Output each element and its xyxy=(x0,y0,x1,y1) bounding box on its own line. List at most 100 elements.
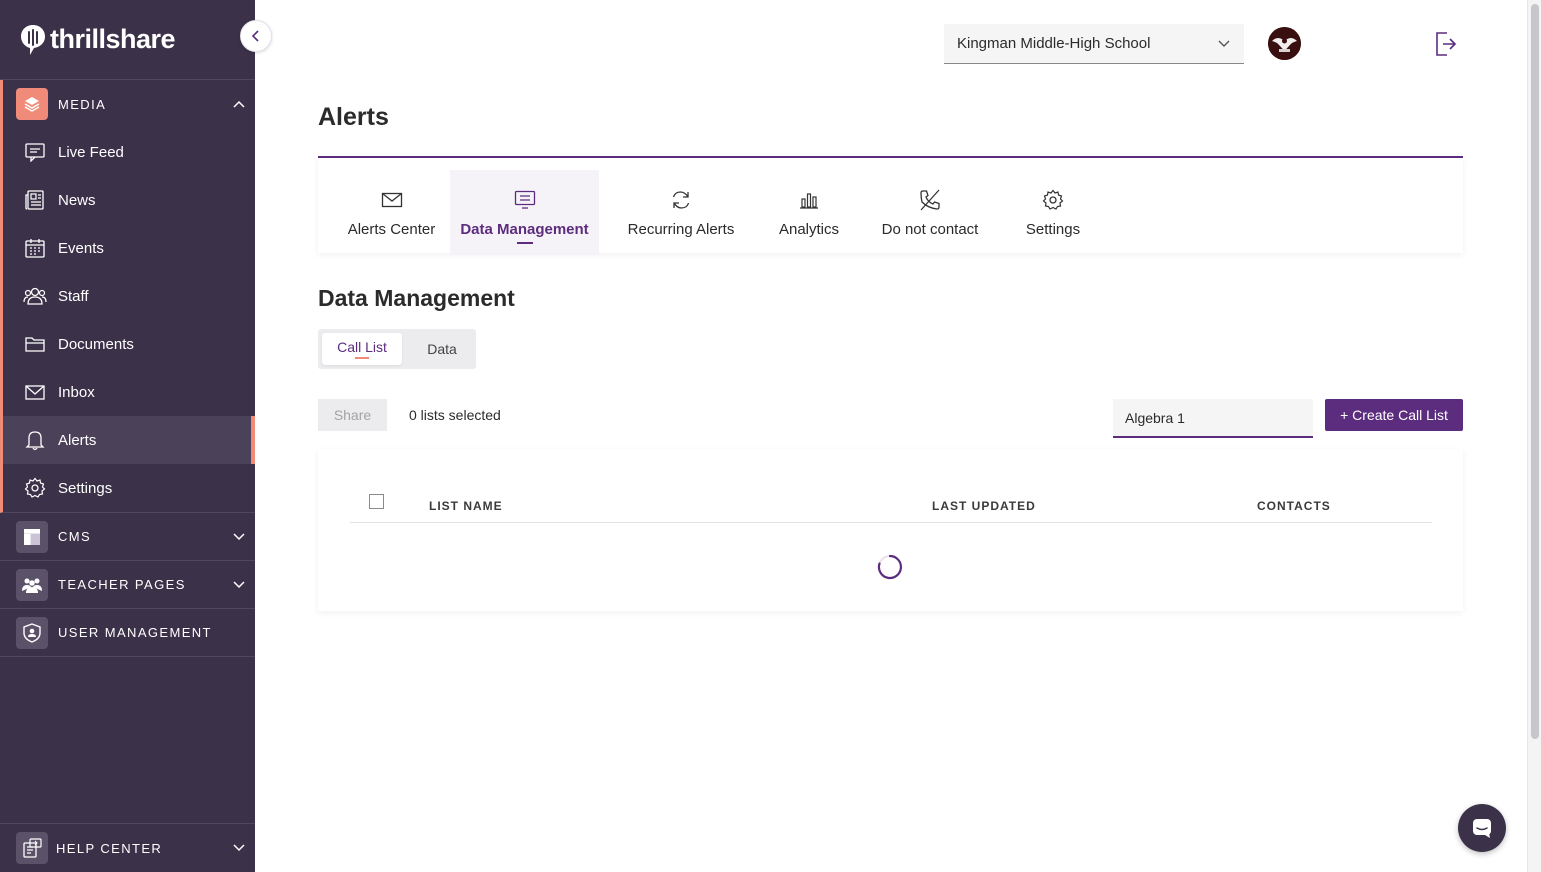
sidebar-item-staff[interactable]: Staff xyxy=(3,272,255,320)
bell-icon xyxy=(22,427,48,453)
school-select[interactable]: Kingman Middle-High School xyxy=(944,24,1244,64)
collapse-sidebar-button[interactable] xyxy=(240,20,272,52)
call-list-table: LIST NAME LAST UPDATED CONTACTS xyxy=(318,449,1463,611)
call-list-data-toggle: Call List Data xyxy=(318,329,476,369)
sidebar-item-documents[interactable]: Documents xyxy=(3,320,255,368)
bar-chart-icon xyxy=(799,188,819,212)
layers-icon xyxy=(16,88,48,120)
layout-icon xyxy=(16,520,48,553)
teacher-pages-section-label: TEACHER PAGES xyxy=(58,577,186,592)
school-select-value: Kingman Middle-High School xyxy=(957,35,1151,52)
tab-recurring-alerts[interactable]: Recurring Alerts xyxy=(615,170,747,255)
sidebar-item-news[interactable]: News xyxy=(3,176,255,224)
create-call-list-button[interactable]: + Create Call List xyxy=(1325,399,1463,431)
envelope-icon xyxy=(381,188,403,212)
brand-logo[interactable]: thrillshare xyxy=(20,24,176,56)
phone-off-icon xyxy=(918,188,942,212)
segment-data[interactable]: Data xyxy=(414,333,470,365)
mail-icon xyxy=(22,379,48,405)
tab-label: Settings xyxy=(1025,221,1081,238)
share-button[interactable]: Share xyxy=(318,399,387,431)
user-management-section-header[interactable]: USER MANAGEMENT xyxy=(0,609,255,657)
active-segment-indicator xyxy=(355,357,369,359)
media-section-label: MEDIA xyxy=(58,96,107,112)
tab-label: Analytics xyxy=(778,221,840,238)
sidebar-item-inbox[interactable]: Inbox xyxy=(3,368,255,416)
teacher-pages-section-header[interactable]: TEACHER PAGES xyxy=(0,561,255,609)
sidebar-item-live-feed[interactable]: Live Feed xyxy=(3,128,255,176)
active-tab-indicator xyxy=(516,242,533,244)
logout-button[interactable] xyxy=(1433,30,1459,58)
media-section: MEDIA Live Feed News Events Staff Docume… xyxy=(0,80,255,513)
column-header-list-name[interactable]: LIST NAME xyxy=(429,499,503,513)
thrillshare-logo-icon xyxy=(21,24,45,55)
brand-name: thrillshare xyxy=(50,24,176,54)
tab-alerts-center[interactable]: Alerts Center xyxy=(334,170,449,255)
cms-section-label: CMS xyxy=(58,529,92,544)
help-center-icon xyxy=(16,832,48,864)
main-content: Kingman Middle-High School Alerts Alerts… xyxy=(255,0,1527,872)
page-scrollbar[interactable] xyxy=(1527,0,1541,872)
teachers-icon xyxy=(16,568,48,601)
sidebar-item-events[interactable]: Events xyxy=(3,224,255,272)
news-icon xyxy=(22,187,48,213)
loading-spinner-icon xyxy=(877,554,902,580)
logout-icon xyxy=(1436,32,1457,56)
refresh-icon xyxy=(670,188,692,212)
sidebar-item-label: Staff xyxy=(58,287,89,305)
tab-label: Alerts Center xyxy=(347,221,436,238)
chevron-down-icon xyxy=(233,844,245,852)
chevron-down-icon xyxy=(233,532,245,540)
chevron-down-icon xyxy=(233,580,245,588)
section-title: Data Management xyxy=(318,285,515,311)
tab-label: Recurring Alerts xyxy=(627,221,735,238)
alerts-tabs: Alerts Center Data Management Recurring … xyxy=(318,156,1463,255)
chevron-down-icon xyxy=(1218,40,1230,47)
user-management-section-label: USER MANAGEMENT xyxy=(58,625,212,640)
media-section-header[interactable]: MEDIA xyxy=(3,80,255,128)
help-center-section-header[interactable]: HELP CENTER xyxy=(0,823,255,872)
chevron-left-icon xyxy=(251,30,259,42)
chevron-up-icon xyxy=(233,100,245,108)
tab-label: Data Management xyxy=(460,221,589,238)
school-mascot-icon xyxy=(1268,27,1301,60)
tab-do-not-contact[interactable]: Do not contact xyxy=(871,170,989,255)
segment-label: Data xyxy=(427,341,457,357)
segment-call-list[interactable]: Call List xyxy=(322,333,402,365)
calendar-icon xyxy=(22,235,48,261)
sidebar-item-label: Settings xyxy=(58,479,113,497)
selected-count: 0 lists selected xyxy=(409,407,501,423)
sidebar-item-label: News xyxy=(58,191,96,209)
chat-icon xyxy=(1473,819,1491,838)
gear-icon xyxy=(1042,188,1064,212)
tab-settings[interactable]: Settings xyxy=(1013,170,1093,255)
sidebar: thrillshare MEDIA Live Feed News Events xyxy=(0,0,272,872)
search-input[interactable] xyxy=(1125,409,1306,426)
tab-analytics[interactable]: Analytics xyxy=(765,170,853,255)
brand-header: thrillshare xyxy=(0,0,272,80)
avatar[interactable] xyxy=(1268,27,1301,60)
live-feed-icon xyxy=(22,139,48,165)
sidebar-item-label: Alerts xyxy=(58,431,97,449)
sidebar-item-label: Documents xyxy=(58,335,134,353)
data-icon xyxy=(514,188,536,212)
table-header: LIST NAME LAST UPDATED CONTACTS xyxy=(350,483,1432,523)
tab-label: Do not contact xyxy=(881,221,979,238)
sidebar-item-label: Live Feed xyxy=(58,143,124,161)
folder-icon xyxy=(22,331,48,357)
search-field[interactable] xyxy=(1113,399,1313,438)
chat-launcher-button[interactable] xyxy=(1458,804,1506,852)
column-header-last-updated[interactable]: LAST UPDATED xyxy=(932,499,1036,513)
select-all-checkbox[interactable] xyxy=(369,494,384,509)
column-header-contacts[interactable]: CONTACTS xyxy=(1257,499,1331,513)
tab-data-management[interactable]: Data Management xyxy=(450,170,599,255)
segment-label: Call List xyxy=(337,339,387,355)
page-title: Alerts xyxy=(318,103,389,131)
sidebar-item-settings[interactable]: Settings xyxy=(3,464,255,512)
scrollbar-thumb[interactable] xyxy=(1531,4,1539,739)
sidebar-item-label: Inbox xyxy=(58,383,95,401)
staff-icon xyxy=(22,283,48,309)
sidebar-item-alerts[interactable]: Alerts xyxy=(3,416,255,464)
cms-section-header[interactable]: CMS xyxy=(0,513,255,561)
sidebar-item-label: Events xyxy=(58,239,104,257)
